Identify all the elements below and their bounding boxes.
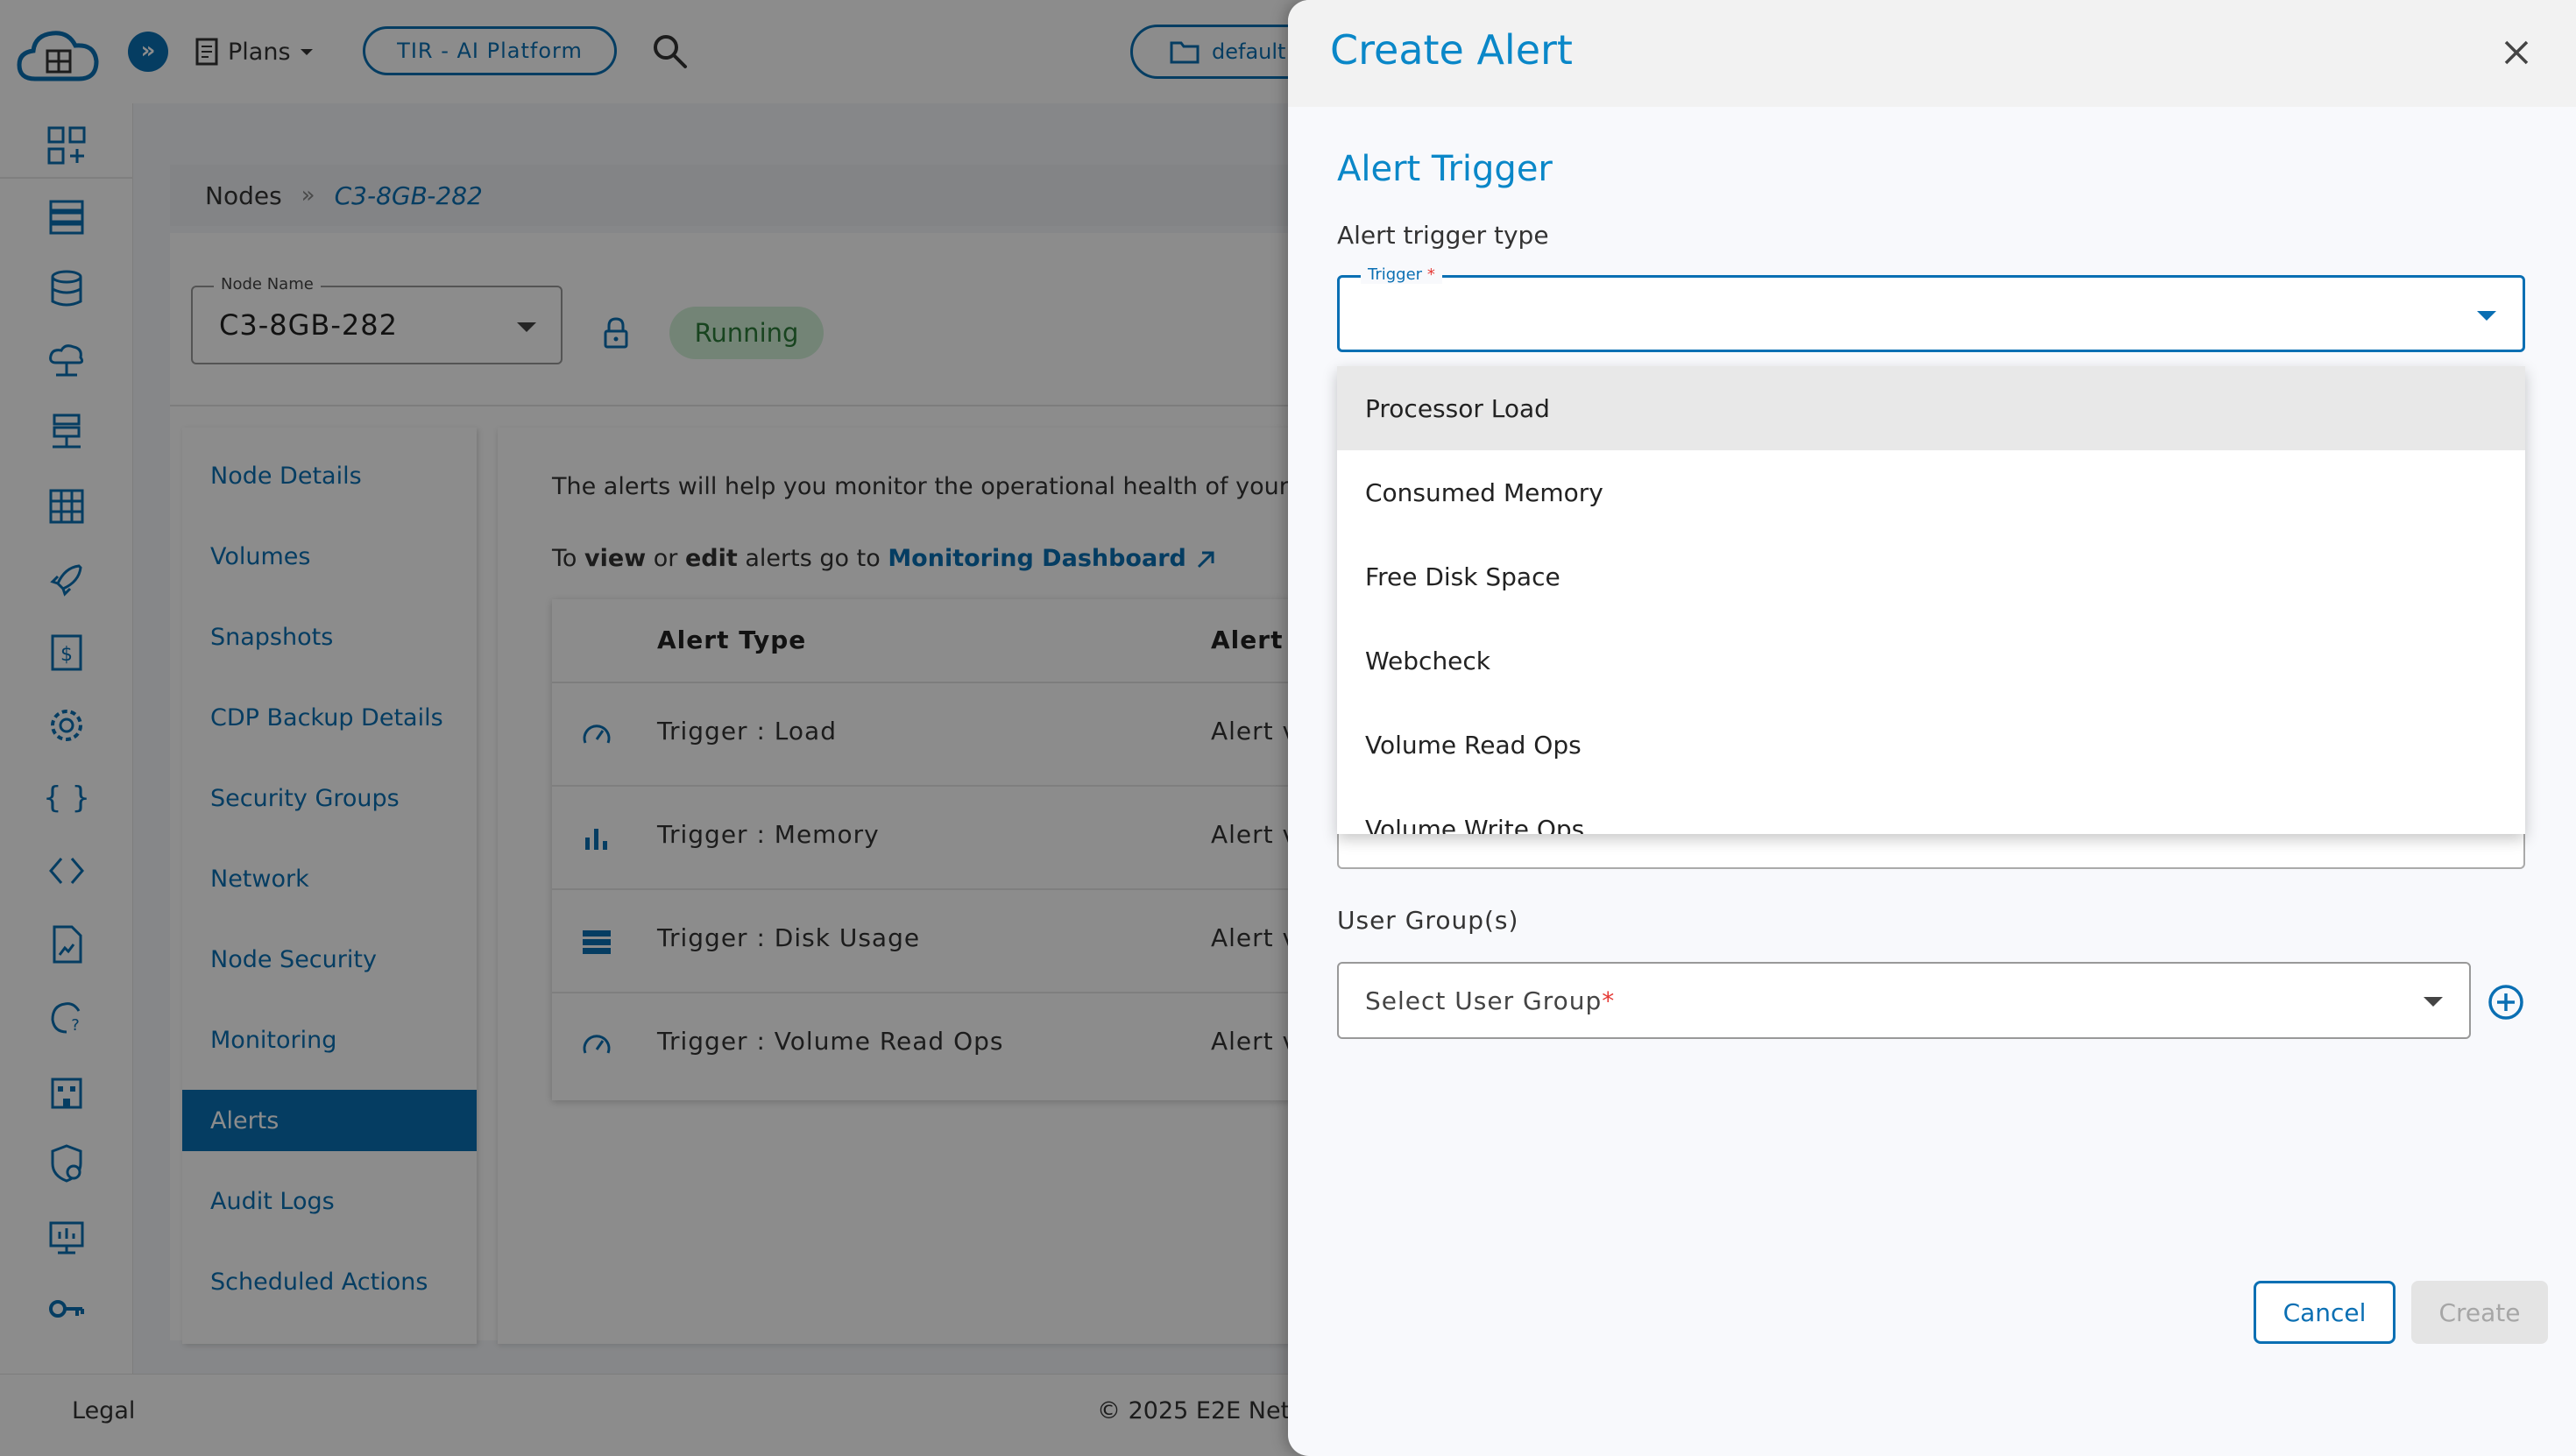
trigger-type-label: Alert trigger type: [1337, 221, 1549, 250]
user-group-placeholder: Select User Group*: [1365, 986, 1615, 1015]
trigger-options-menu: Processor Load Consumed Memory Free Disk…: [1337, 366, 2525, 834]
trigger-option-volume-write-ops[interactable]: Volume Write Ops: [1337, 787, 2525, 835]
trigger-option-webcheck[interactable]: Webcheck: [1337, 618, 2525, 703]
caret-down-icon: [2477, 311, 2496, 321]
trigger-option-free-disk-space[interactable]: Free Disk Space: [1337, 534, 2525, 618]
add-user-group-icon[interactable]: [2487, 983, 2525, 1021]
trigger-field-label: Trigger *: [1361, 265, 1442, 284]
create-alert-drawer: Create Alert Alert Trigger Alert trigger…: [1288, 0, 2576, 1456]
user-group-label: User Group(s): [1337, 906, 1519, 935]
trigger-option-volume-read-ops[interactable]: Volume Read Ops: [1337, 703, 2525, 787]
trigger-option-consumed-memory[interactable]: Consumed Memory: [1337, 450, 2525, 534]
trigger-field-label-text: Trigger: [1368, 265, 1423, 284]
drawer-header: Create Alert: [1288, 0, 2576, 107]
user-group-select[interactable]: Select User Group*: [1337, 962, 2471, 1039]
close-icon[interactable]: [2501, 37, 2532, 68]
caret-down-icon: [2424, 997, 2443, 1007]
user-group-placeholder-text: Select User Group: [1365, 986, 1603, 1015]
section-title: Alert Trigger: [1337, 149, 1553, 189]
trigger-option-processor-load[interactable]: Processor Load: [1337, 366, 2525, 450]
required-mark: *: [1426, 265, 1435, 284]
drawer-title: Create Alert: [1330, 26, 1573, 74]
create-button[interactable]: Create: [2411, 1281, 2548, 1344]
required-mark: *: [1602, 986, 1616, 1015]
trigger-select[interactable]: Trigger *: [1337, 265, 2525, 352]
cancel-button[interactable]: Cancel: [2254, 1281, 2396, 1344]
